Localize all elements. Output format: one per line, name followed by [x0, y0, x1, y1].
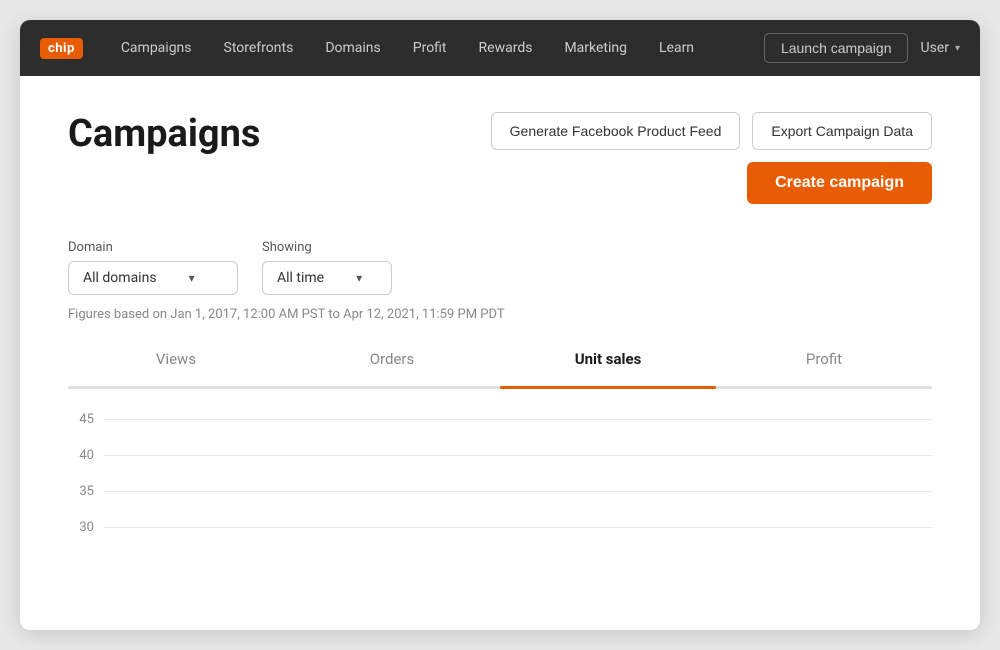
main-content: Campaigns Generate Facebook Product Feed… [20, 76, 980, 630]
chart-y-label-35: 35 [68, 484, 104, 499]
showing-value: All time [277, 270, 324, 286]
nav-right: Launch campaign User ▾ [764, 33, 960, 63]
chart-tabs-underline [68, 386, 932, 389]
date-range-text: Figures based on Jan 1, 2017, 12:00 AM P… [68, 307, 932, 322]
chart-row-30: 30 [68, 509, 932, 545]
nav-item-domains[interactable]: Domains [311, 32, 394, 64]
chart-grid-line-45 [104, 419, 932, 420]
chart-row-40: 40 [68, 437, 932, 473]
main-window: chip Campaigns Storefronts Domains Profi… [20, 20, 980, 630]
domain-select-chevron-icon: ▾ [189, 271, 195, 285]
chart-row-45: 45 [68, 401, 932, 437]
domain-value: All domains [83, 270, 157, 286]
page-header: Campaigns Generate Facebook Product Feed… [68, 112, 932, 204]
chart-tabs: Views Orders Unit sales Profit [68, 350, 932, 374]
showing-label: Showing [262, 240, 392, 255]
chart-grid-line-30 [104, 527, 932, 528]
chart-row-35: 35 [68, 473, 932, 509]
nav-item-profit[interactable]: Profit [399, 32, 461, 64]
page-title: Campaigns [68, 112, 260, 156]
chart-active-underline [500, 386, 716, 389]
chart-grid-line-35 [104, 491, 932, 492]
nav-item-learn[interactable]: Learn [645, 32, 708, 64]
create-campaign-button[interactable]: Create campaign [747, 162, 932, 204]
user-menu-chevron-icon: ▾ [955, 43, 960, 54]
tab-profit[interactable]: Profit [716, 350, 932, 374]
nav-item-marketing[interactable]: Marketing [550, 32, 641, 64]
chart-area: 45 40 35 30 [68, 389, 932, 545]
user-menu[interactable]: User ▾ [920, 40, 960, 56]
export-campaign-data-button[interactable]: Export Campaign Data [752, 112, 932, 150]
showing-select-chevron-icon: ▾ [356, 271, 362, 285]
tab-unit-sales[interactable]: Unit sales [500, 350, 716, 374]
nav-item-rewards[interactable]: Rewards [465, 32, 547, 64]
brand-logo-container[interactable]: chip [40, 38, 83, 59]
domain-select[interactable]: All domains ▾ [68, 261, 238, 295]
chart-y-label-30: 30 [68, 520, 104, 535]
chart-y-label-45: 45 [68, 412, 104, 427]
generate-fb-feed-button[interactable]: Generate Facebook Product Feed [491, 112, 741, 150]
filters: Domain All domains ▾ Showing All time ▾ [68, 240, 932, 295]
header-actions-top: Generate Facebook Product Feed Export Ca… [491, 112, 932, 150]
domain-filter-group: Domain All domains ▾ [68, 240, 238, 295]
nav-item-campaigns[interactable]: Campaigns [107, 32, 206, 64]
navbar: chip Campaigns Storefronts Domains Profi… [20, 20, 980, 76]
brand-logo: chip [40, 38, 83, 59]
chart-y-label-40: 40 [68, 448, 104, 463]
nav-items: Campaigns Storefronts Domains Profit Rew… [107, 32, 764, 64]
launch-campaign-button[interactable]: Launch campaign [764, 33, 909, 63]
showing-filter-group: Showing All time ▾ [262, 240, 392, 295]
tab-views[interactable]: Views [68, 350, 284, 374]
showing-select[interactable]: All time ▾ [262, 261, 392, 295]
header-actions: Generate Facebook Product Feed Export Ca… [491, 112, 932, 204]
domain-label: Domain [68, 240, 238, 255]
user-label: User [920, 40, 948, 56]
nav-item-storefronts[interactable]: Storefronts [210, 32, 308, 64]
chart-grid-line-40 [104, 455, 932, 456]
tab-orders[interactable]: Orders [284, 350, 500, 374]
